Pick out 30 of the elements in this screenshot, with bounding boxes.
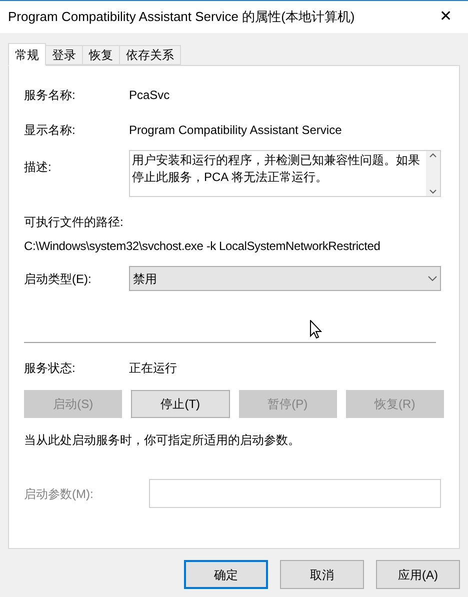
description-text: 用户安装和运行的程序，并检测已知兼容性问题。如果停止此服务，PCA 将无法正常运行。 bbox=[131, 152, 421, 186]
hint-text: 当从此处启动服务时，你可指定所适用的启动参数。 bbox=[24, 432, 301, 449]
chevron-down-icon bbox=[428, 276, 437, 281]
path-text: C:\Windows\system32\svchost.exe -k LocalSystemNetworkRestricted bbox=[24, 238, 382, 255]
field-value: PcaSvc bbox=[129, 87, 170, 104]
description-box[interactable]: 用户安装和运行的程序，并检测已知兼容性问题。如果停止此服务，PCA 将无法正常运行。 bbox=[129, 150, 441, 197]
field-label: 启动参数(M): bbox=[24, 486, 94, 502]
startup-type-dropdown[interactable]: 禁用 bbox=[129, 266, 441, 291]
field-label: 服务名称: bbox=[24, 87, 76, 104]
mouse-cursor-icon bbox=[310, 320, 322, 339]
tab[interactable]: 常规 bbox=[8, 43, 46, 66]
field-label: 描述: bbox=[24, 159, 52, 176]
field-label: 服务状态: bbox=[24, 360, 76, 377]
window-title: Program Compatibility Assistant Service 的属性(本地计算机) bbox=[8, 8, 355, 26]
field-label: 启动类型(E): bbox=[24, 270, 92, 288]
parameters-field[interactable] bbox=[149, 479, 441, 508]
field-value: Program Compatibility Assistant Service bbox=[129, 122, 342, 139]
tab[interactable]: 恢复 bbox=[83, 45, 120, 65]
field-label: 可执行文件的路径: bbox=[24, 214, 124, 231]
tab[interactable]: 登录 bbox=[46, 45, 83, 65]
scroll-down-icon[interactable] bbox=[429, 189, 437, 194]
scroll-up-icon[interactable] bbox=[429, 153, 437, 158]
dialog-button[interactable]: 确定 bbox=[184, 560, 268, 589]
dialog-button[interactable]: 取消 bbox=[280, 560, 364, 589]
dialog-button[interactable]: 应用(A) bbox=[376, 560, 460, 589]
field-value: 正在运行 bbox=[129, 360, 177, 377]
service-control-button[interactable]: 停止(T) bbox=[131, 390, 230, 418]
tab[interactable]: 依存关系 bbox=[120, 45, 181, 65]
field-label: 显示名称: bbox=[24, 122, 76, 139]
close-button[interactable]: ✕ bbox=[434, 5, 458, 29]
